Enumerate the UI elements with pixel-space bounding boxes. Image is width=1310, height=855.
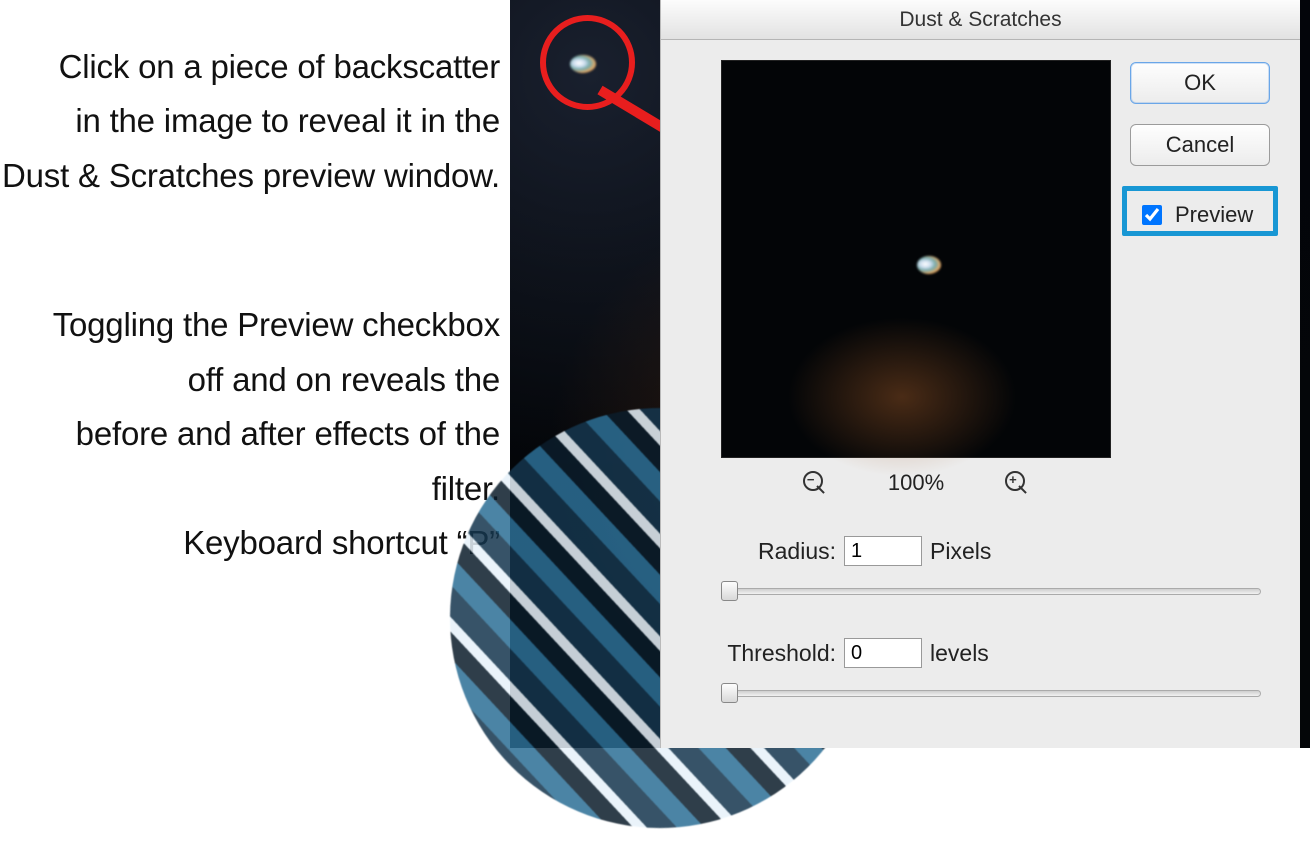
dialog-title: Dust & Scratches: [661, 0, 1300, 40]
radius-slider[interactable]: [721, 584, 1261, 598]
preview-backscatter: [917, 256, 941, 274]
radius-label: Radius:: [721, 538, 836, 565]
instruction-text: Click on a piece of backscatter in the i…: [0, 0, 510, 571]
slider-track: [729, 588, 1261, 595]
instruction-line: Toggling the Preview checkbox: [0, 298, 500, 352]
zoom-in-icon[interactable]: +: [1004, 470, 1030, 496]
dust-scratches-dialog: Dust & Scratches OK Cancel Preview − 100…: [660, 0, 1300, 748]
radius-input[interactable]: [844, 536, 922, 566]
annotation-circle: [540, 15, 635, 110]
slider-track: [729, 690, 1261, 697]
slider-thumb[interactable]: [721, 683, 738, 703]
slider-thumb[interactable]: [721, 581, 738, 601]
threshold-input[interactable]: [844, 638, 922, 668]
zoom-out-icon[interactable]: −: [802, 470, 828, 496]
radius-unit: Pixels: [930, 538, 991, 565]
threshold-unit: levels: [930, 640, 989, 667]
filter-preview[interactable]: [721, 60, 1111, 458]
instruction-line: Click on a piece of backscatter: [0, 40, 500, 94]
preview-glow: [787, 317, 1017, 477]
instruction-line: Keyboard shortcut “P”: [0, 516, 500, 570]
instruction-line: in the image to reveal it in the: [0, 94, 500, 148]
threshold-slider[interactable]: [721, 686, 1261, 700]
instruction-line: Dust & Scratches preview window.: [0, 149, 500, 203]
instruction-line: off and on reveals the: [0, 353, 500, 407]
threshold-label: Threshold:: [721, 640, 836, 667]
instruction-line: before and after effects of the filter.: [0, 407, 500, 516]
